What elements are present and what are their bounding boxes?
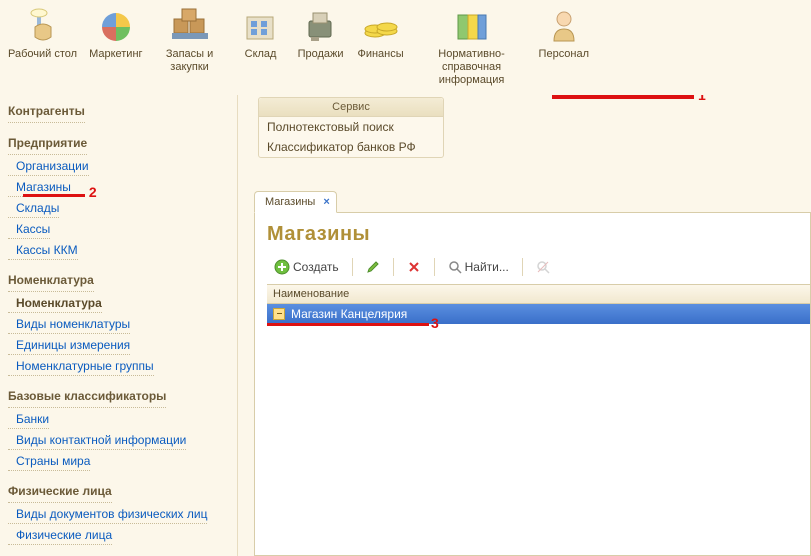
page-title: Магазины: [267, 223, 810, 246]
annotation-line-2: [23, 194, 85, 197]
toolbar-label: Продажи: [298, 48, 344, 61]
service-item-banks[interactable]: Классификатор банков РФ: [259, 137, 443, 157]
sidebar-item[interactable]: Физические лица: [8, 526, 112, 545]
table-row[interactable]: Магазин Канцелярия: [267, 304, 810, 324]
toolbar-label: Склад: [245, 48, 277, 61]
tab-label: Магазины: [265, 196, 315, 208]
sidebar-item[interactable]: Страны мира: [8, 452, 90, 471]
clear-search-button[interactable]: [529, 257, 557, 277]
toolbar-label: Маркетинг: [89, 48, 142, 61]
action-bar: Создать: [267, 256, 810, 278]
desktop-icon: [19, 6, 67, 46]
marketing-icon: [92, 6, 140, 46]
sidebar-item[interactable]: Организации: [8, 157, 89, 176]
service-panel: Сервис Полнотекстовый поиск Классификато…: [258, 97, 444, 158]
tab-stores[interactable]: Магазины ×: [254, 191, 337, 213]
sidebar-group-title[interactable]: Номенклатура: [8, 270, 94, 292]
toolbar-label: Финансы: [357, 48, 403, 61]
ref-icon: [448, 6, 496, 46]
sidebar-top-item[interactable]: Контрагенты: [8, 101, 85, 123]
toolbar-stock[interactable]: Запасы и закупки: [149, 2, 231, 82]
plus-icon: [274, 259, 290, 275]
delete-icon: [407, 260, 421, 274]
sidebar-item[interactable]: Виды номенклатуры: [8, 315, 130, 334]
find-label: Найти...: [465, 260, 509, 274]
annotation-number-3: 3: [431, 315, 439, 331]
separator: [434, 258, 435, 276]
edit-button[interactable]: [359, 257, 387, 277]
service-item-fulltext[interactable]: Полнотекстовый поиск: [259, 117, 443, 137]
sidebar-group-title[interactable]: Базовые классификаторы: [8, 386, 166, 408]
create-button[interactable]: Создать: [267, 256, 346, 278]
delete-button[interactable]: [400, 257, 428, 277]
sidebar-group-title[interactable]: Предприятие: [8, 133, 87, 155]
sidebar-item[interactable]: Единицы измерения: [8, 336, 130, 355]
tab-bar: Магазины ×: [254, 191, 811, 213]
annotation-line-3: [267, 323, 429, 326]
stock-icon: [166, 6, 214, 46]
data-grid: Наименование Магазин Канцелярия 3: [267, 284, 810, 324]
separator: [522, 258, 523, 276]
sidebar-item[interactable]: Номенклатура: [8, 294, 102, 313]
search-clear-icon: [536, 260, 550, 274]
toolbar-staff[interactable]: Персонал: [533, 2, 596, 69]
sidebar-item[interactable]: Номенклатурные группы: [8, 357, 154, 376]
annotation-line-1: [552, 95, 694, 99]
main-toolbar: Рабочий стол Маркетинг Запасы и закупки Скл…: [0, 0, 811, 95]
toolbar-ref[interactable]: Нормативно-справочная информация: [411, 2, 533, 95]
close-icon[interactable]: ×: [323, 196, 329, 208]
sidebar: Контрагенты ПредприятиеОрганизацииМагази…: [0, 95, 238, 556]
sales-icon: [297, 6, 345, 46]
staff-icon: [540, 6, 588, 46]
page-panel: Магазины Создать: [254, 213, 811, 556]
body: Контрагенты Предприятие Организации Магази…: [0, 95, 811, 556]
toolbar-marketing[interactable]: Маркетинг: [83, 2, 148, 69]
separator: [393, 258, 394, 276]
content-area: Сервис Полнотекстовый поиск Классификато…: [238, 95, 811, 556]
warehouse-icon: [237, 6, 285, 46]
sidebar-group-title[interactable]: Физические лица: [8, 481, 112, 503]
toolbar-finance[interactable]: Финансы: [351, 2, 411, 69]
finance-icon: [357, 6, 405, 46]
sidebar-item[interactable]: Банки: [8, 410, 49, 429]
separator: [352, 258, 353, 276]
sidebar-item[interactable]: Кассы ККМ: [8, 241, 78, 260]
sidebar-item[interactable]: Виды контактной информации: [8, 431, 186, 450]
toolbar-sales[interactable]: Продажи: [291, 2, 351, 69]
annotation-number-2: 2: [89, 184, 97, 200]
sidebar-item[interactable]: Виды документов физических лиц: [8, 505, 207, 524]
annotation-number-1: 1: [698, 95, 706, 103]
toolbar-label: Персонал: [539, 48, 590, 61]
toolbar-desktop[interactable]: Рабочий стол: [2, 2, 83, 69]
toolbar-label: Нормативно-справочная информация: [417, 48, 527, 87]
toolbar-label: Запасы и закупки: [155, 48, 225, 74]
search-icon: [448, 260, 462, 274]
pencil-icon: [366, 260, 380, 274]
app-window: Рабочий стол Маркетинг Запасы и закупки Скл…: [0, 0, 811, 556]
folder-icon: [273, 308, 285, 320]
sidebar-item[interactable]: Склады: [8, 199, 59, 218]
toolbar-label: Рабочий стол: [8, 48, 77, 61]
find-button[interactable]: Найти...: [441, 257, 516, 277]
create-label: Создать: [293, 260, 339, 274]
service-panel-title: Сервис: [259, 98, 443, 117]
sidebar-item[interactable]: Кассы: [8, 220, 50, 239]
row-text: Магазин Канцелярия: [291, 307, 407, 321]
toolbar-warehouse[interactable]: Склад: [231, 2, 291, 69]
column-header-name[interactable]: Наименование: [267, 285, 810, 304]
